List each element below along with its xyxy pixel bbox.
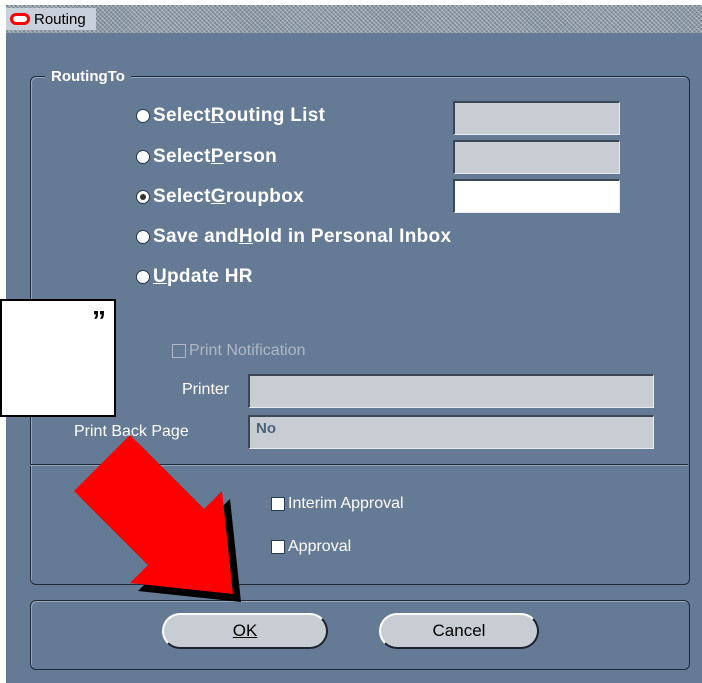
arrow-body xyxy=(74,435,233,594)
red-arrow-icon xyxy=(74,435,241,602)
